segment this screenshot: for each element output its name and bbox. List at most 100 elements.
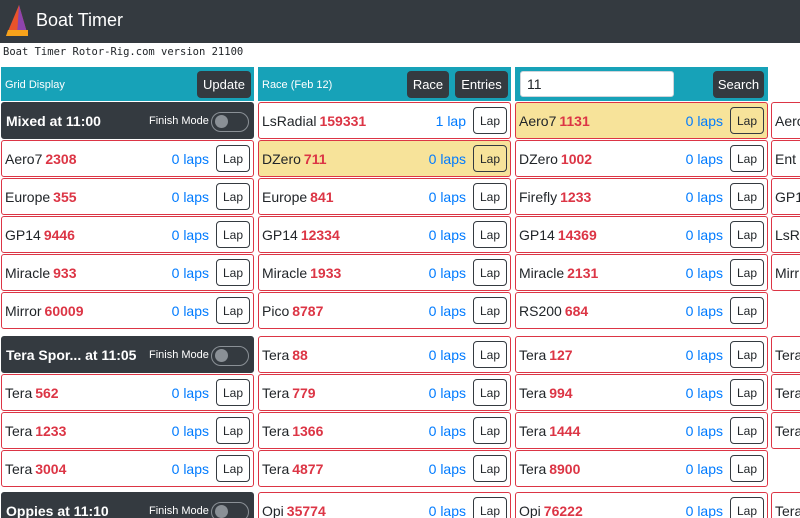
lap-button[interactable]: Lap <box>473 341 507 368</box>
lap-button[interactable]: Lap <box>730 145 764 172</box>
lap-count: 0 laps <box>428 265 466 281</box>
lap-button[interactable]: Lap <box>730 297 764 324</box>
lap-button[interactable]: Lap <box>216 221 250 248</box>
lap-button[interactable]: Lap <box>473 379 507 406</box>
boat-name: Tera <box>775 347 800 363</box>
boat-class: Mirr <box>775 265 800 281</box>
lap-count: 0 laps <box>685 227 723 243</box>
boat-name: Europe 355 <box>5 189 77 205</box>
empty-slot <box>771 450 800 487</box>
lap-button[interactable]: Lap <box>473 221 507 248</box>
sail-number: 1444 <box>549 423 581 439</box>
sail-number: 933 <box>53 265 77 281</box>
boat-name: Aero7 1131 <box>519 113 590 129</box>
search-input[interactable] <box>520 71 674 97</box>
version-text: Boat Timer Rotor-Rig.com version 21100 <box>3 46 244 58</box>
lap-count: 0 laps <box>428 423 466 439</box>
lap-count: 1 lap <box>435 113 466 129</box>
sail-logo-icon <box>6 5 28 36</box>
grid-display-header: Grid Display Update <box>1 67 254 101</box>
boat-entry: Mirror 60009 0 laps Lap <box>1 292 254 329</box>
sail-number: 8787 <box>292 303 324 319</box>
lap-button[interactable]: Lap <box>473 297 507 324</box>
boat-entry: GP14 14369 0 laps Lap <box>515 216 768 253</box>
lap-count: 0 laps <box>171 423 209 439</box>
lap-button[interactable]: Lap <box>473 417 507 444</box>
lap-button[interactable]: Lap <box>730 259 764 286</box>
race-button[interactable]: Race <box>407 71 449 98</box>
update-button[interactable]: Update <box>197 71 251 98</box>
boat-entry: Pico 8787 0 laps Lap <box>258 292 511 329</box>
boat-class: Tera <box>519 385 547 401</box>
lap-button[interactable]: Lap <box>473 183 507 210</box>
boat-name: Tera 127 <box>519 347 573 363</box>
search-button[interactable]: Search <box>713 71 764 98</box>
boat-class: Tera <box>5 423 33 439</box>
boat-entry: Aero7 2308 0 laps Lap <box>1 140 254 177</box>
boat-name: Tera 1366 <box>262 423 323 439</box>
lap-button[interactable]: Lap <box>730 417 764 444</box>
boat-class: Tera <box>775 423 800 439</box>
lap-count: 0 laps <box>428 303 466 319</box>
sail-number: 1366 <box>292 423 324 439</box>
lap-button[interactable]: Lap <box>216 145 250 172</box>
boat-class: GP1 <box>775 189 800 205</box>
boat-name: Tera 994 <box>519 385 573 401</box>
entries-button[interactable]: Entries <box>455 71 508 98</box>
boat-entry: Tera 4877 0 laps Lap <box>258 450 511 487</box>
boat-class: Opi <box>262 503 284 518</box>
lap-button[interactable]: Lap <box>216 259 250 286</box>
lap-button[interactable]: Lap <box>730 455 764 482</box>
finish-mode-toggle[interactable] <box>211 112 249 132</box>
lap-button[interactable]: Lap <box>730 379 764 406</box>
lap-button[interactable]: Lap <box>216 379 250 406</box>
sail-number: 841 <box>310 189 334 205</box>
boat-entry: Tera 779 0 laps Lap <box>258 374 511 411</box>
boat-name: Mirr <box>775 265 799 281</box>
boat-name: Aero <box>775 113 800 129</box>
boat-entry: Tera 994 0 laps Lap <box>515 374 768 411</box>
lap-button[interactable]: Lap <box>730 183 764 210</box>
race-start-header: Tera Spor... at 11:05 Finish Mode <box>1 336 254 373</box>
boat-entry: RS200 684 0 laps Lap <box>515 292 768 329</box>
boat-entry: Firefly 1233 0 laps Lap <box>515 178 768 215</box>
lap-count: 0 laps <box>171 303 209 319</box>
lap-button[interactable]: Lap <box>473 145 507 172</box>
boat-name: DZero 1002 <box>519 151 592 167</box>
finish-mode-toggle[interactable] <box>211 346 249 366</box>
lap-button[interactable]: Lap <box>216 417 250 444</box>
lap-button[interactable]: Lap <box>473 497 507 518</box>
lap-button[interactable]: Lap <box>216 455 250 482</box>
boat-name: GP14 12334 <box>262 227 340 243</box>
top-navbar: Boat Timer <box>0 0 800 43</box>
lap-count: 0 laps <box>171 265 209 281</box>
boat-entry: Tera 1444 0 laps Lap <box>515 412 768 449</box>
sail-number: 1933 <box>310 265 342 281</box>
boat-entry: Opi 35774 0 laps Lap <box>258 492 511 518</box>
sail-number: 684 <box>564 303 589 319</box>
boat-entry: Tera 8900 0 laps Lap <box>515 450 768 487</box>
sail-number: 60009 <box>44 303 84 319</box>
lap-button[interactable]: Lap <box>730 221 764 248</box>
lap-count: 0 laps <box>685 347 723 363</box>
boat-class: Miracle <box>5 265 51 281</box>
boat-name: Tera 1233 <box>5 423 66 439</box>
boat-class: Tera <box>775 347 800 363</box>
boat-class: Tera <box>262 461 290 477</box>
finish-mode-toggle[interactable] <box>211 502 249 518</box>
boat-class: Opi <box>519 503 541 518</box>
lap-button[interactable]: Lap <box>216 297 250 324</box>
lap-button[interactable]: Lap <box>473 107 507 134</box>
lap-button[interactable]: Lap <box>473 455 507 482</box>
boat-class: Tera <box>5 385 33 401</box>
lap-button[interactable]: Lap <box>473 259 507 286</box>
boat-name: RS200 684 <box>519 303 588 319</box>
boat-name: Tera <box>775 423 800 439</box>
finish-mode-label: Finish Mode <box>149 505 209 517</box>
lap-button[interactable]: Lap <box>730 341 764 368</box>
lap-button[interactable]: Lap <box>730 497 764 518</box>
lap-button[interactable]: Lap <box>216 183 250 210</box>
boat-class: GP14 <box>5 227 41 243</box>
lap-button[interactable]: Lap <box>730 107 764 134</box>
lap-count: 0 laps <box>428 151 466 167</box>
